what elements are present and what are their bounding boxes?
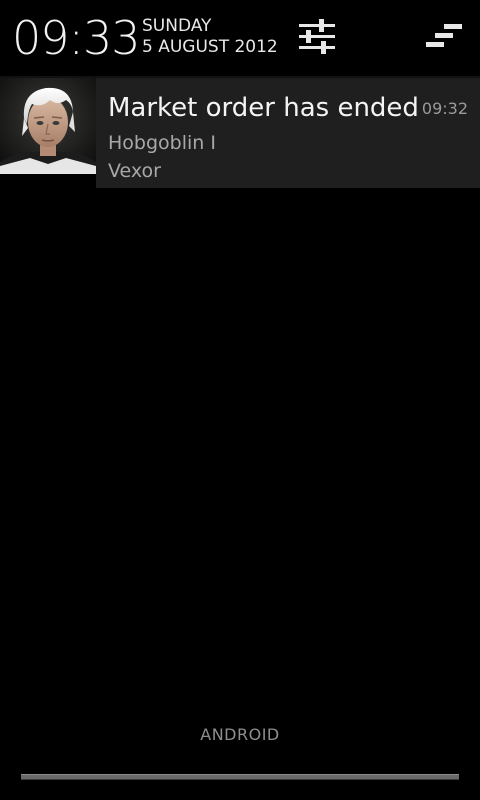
clock: 09:33 xyxy=(12,11,141,65)
settings-sliders-icon xyxy=(299,19,335,54)
character-portrait-icon xyxy=(0,78,96,174)
notification-text-line-2: Vexor xyxy=(108,160,161,182)
notification-shade-header: 09:33 SUNDAY 5 AUGUST 2012 xyxy=(0,0,480,76)
carrier-label: ANDROID xyxy=(200,725,280,744)
date-label: 5 AUGUST 2012 xyxy=(142,37,278,57)
notification-time: 09:32 xyxy=(421,99,468,118)
notification-text-line-1: Hobgoblin I xyxy=(108,132,216,154)
notification-item[interactable]: Market order has ended 09:32 Hobgoblin I… xyxy=(0,78,480,188)
clear-all-button[interactable] xyxy=(420,20,464,54)
notification-content[interactable]: Market order has ended 09:32 Hobgoblin I… xyxy=(96,78,480,188)
quick-settings-button[interactable] xyxy=(296,18,338,56)
clear-all-icon xyxy=(426,24,462,47)
character-portrait-avatar xyxy=(0,78,96,174)
shade-drag-handle[interactable] xyxy=(21,774,459,780)
date-block: SUNDAY 5 AUGUST 2012 xyxy=(142,16,278,58)
day-label: SUNDAY xyxy=(142,16,212,36)
notification-title: Market order has ended xyxy=(108,93,419,123)
